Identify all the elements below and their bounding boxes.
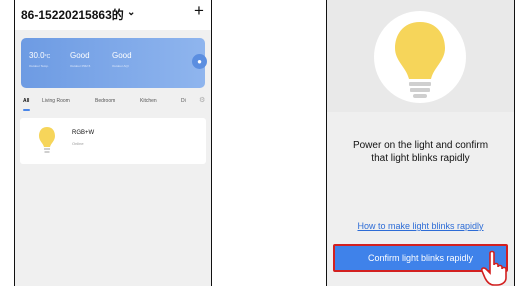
help-link[interactable]: How to make light blinks rapidly xyxy=(327,221,514,231)
light-bulb-illustration xyxy=(327,0,514,112)
add-icon[interactable]: + xyxy=(194,1,204,21)
chevron-down-icon[interactable]: ⌄ xyxy=(127,7,135,18)
device-status: Online xyxy=(72,141,84,146)
tab-bedroom[interactable]: Bedroom xyxy=(95,98,115,104)
room-tabs: All Living Room Bedroom Kitchen Di ⚙ xyxy=(15,96,211,112)
temperature-caption: Outdoor Temp. xyxy=(29,64,49,68)
aqi-caption: Outdoor AQI xyxy=(112,64,129,68)
microphone-icon[interactable]: ● xyxy=(192,54,207,69)
active-tab-indicator xyxy=(23,109,30,111)
home-screen: 86-15220215863的 ⌄ + 30.0°C Outdoor Temp.… xyxy=(14,0,212,286)
aqi-value: Good xyxy=(112,51,132,60)
device-name: RGB+W xyxy=(72,130,95,136)
room-settings-icon[interactable]: ⚙ xyxy=(199,96,205,104)
light-bulb-icon xyxy=(39,127,55,153)
pm25-value: Good xyxy=(70,51,90,60)
home-top-bar: 86-15220215863的 ⌄ + xyxy=(15,0,211,30)
device-card-rgbw[interactable]: RGB+W Online xyxy=(20,118,206,164)
pairing-screen: Power on the light and confirm that ligh… xyxy=(326,0,515,286)
pairing-instruction: Power on the light and confirm that ligh… xyxy=(327,139,514,165)
tab-kitchen[interactable]: Kitchen xyxy=(140,98,157,104)
tab-living-room[interactable]: Living Room xyxy=(42,98,70,104)
weather-card: 30.0°C Outdoor Temp. Good Outdoor PM2.5 … xyxy=(21,38,207,88)
instruction-line-1: Power on the light and confirm xyxy=(352,140,489,151)
pm25-caption: Outdoor PM2.5 xyxy=(70,64,91,68)
temperature-value: 30.0°C xyxy=(29,51,51,60)
account-selector[interactable]: 86-15220215863的 xyxy=(21,6,124,23)
tab-all[interactable]: All xyxy=(23,98,29,104)
hand-pointer-icon xyxy=(481,250,507,286)
tab-dining[interactable]: Di xyxy=(181,98,186,104)
instruction-line-2: that light blinks rapidly xyxy=(371,153,470,164)
